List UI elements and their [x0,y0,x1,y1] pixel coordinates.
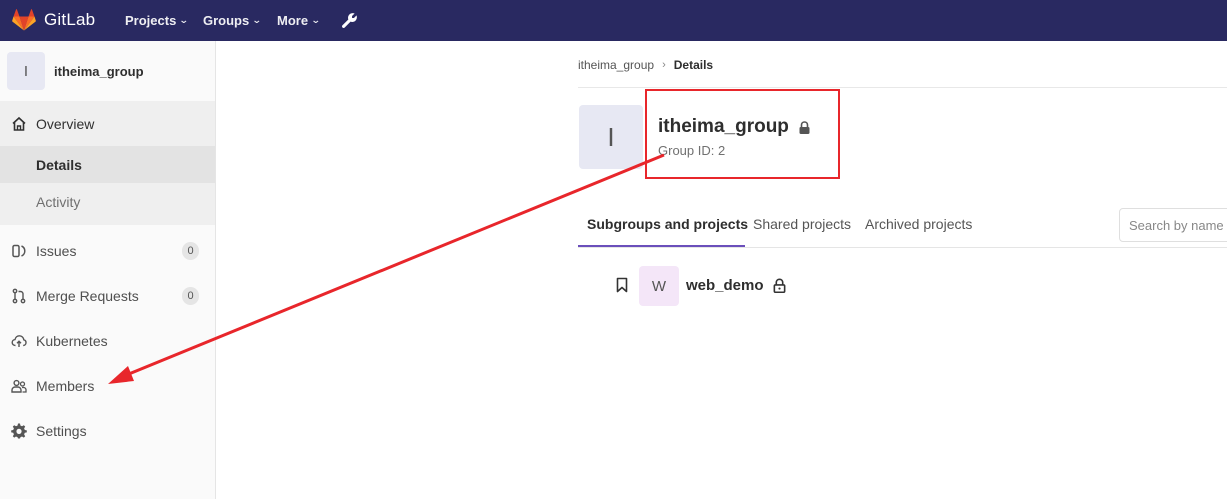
list-item[interactable]: W web_demo [578,266,1227,306]
sidebar-group-name: itheima_group [54,64,144,79]
sidebar-item-label: Merge Requests [36,288,139,304]
nav-projects-label: Projects [125,13,177,28]
sidebar-context-header[interactable]: I itheima_group [0,41,215,101]
project-avatar: W [639,266,679,306]
breadcrumb-divider [578,87,1227,88]
home-icon [12,116,26,131]
sidebar-item-label: Overview [36,116,95,132]
sidebar-item-label: Members [36,378,95,394]
breadcrumb: itheima_group › Details [578,58,713,72]
sidebar-item-label: Activity [36,194,81,210]
nav-groups-label: Groups [203,13,250,28]
sidebar-item-label: Details [36,157,82,173]
gear-icon [11,423,27,439]
gitlab-logo[interactable]: GitLab [12,9,95,31]
sidebar-item-label: Kubernetes [36,333,108,349]
sidebar-item-overview[interactable]: Overview [0,105,215,143]
nav-groups-dropdown[interactable]: Groups ⌄ [203,13,262,28]
bookmark-icon [616,277,628,293]
issues-count-badge: 0 [182,242,199,260]
users-icon [11,379,27,393]
sidebar-item-merge-requests[interactable]: Merge Requests 0 [0,277,215,315]
breadcrumb-group-link[interactable]: itheima_group [578,58,654,72]
search-input[interactable] [1120,209,1227,241]
annotation-highlight-box [645,89,840,179]
search-field[interactable] [1119,208,1227,242]
sidebar-item-activity[interactable]: Activity [0,183,215,220]
nav-projects-dropdown[interactable]: Projects ⌄ [125,13,189,28]
project-name: web_demo [686,277,764,294]
active-tab-indicator [578,245,745,247]
sidebar-item-details[interactable]: Details [0,146,215,183]
group-header-avatar: I [579,105,643,169]
admin-area-button[interactable] [341,12,358,34]
chevron-down-icon: ⌄ [252,15,262,25]
lock-icon [773,278,785,293]
sidebar-item-label: Issues [36,243,77,259]
merge-requests-count-badge: 0 [182,287,199,305]
sidebar: I itheima_group Overview Details Activit… [0,41,216,499]
cloud-upload-icon [11,335,27,347]
tab-subgroups-and-projects[interactable]: Subgroups and projects [587,216,748,232]
nav-more-label: More [277,13,309,28]
sidebar-item-settings[interactable]: Settings [0,412,215,450]
issues-icon [12,244,26,258]
nav-more-dropdown[interactable]: More ⌄ [277,13,321,28]
group-avatar: I [7,52,45,90]
tab-archived-projects[interactable]: Archived projects [865,216,972,232]
sidebar-item-kubernetes[interactable]: Kubernetes [0,322,215,360]
sidebar-item-issues[interactable]: Issues 0 [0,232,215,270]
tab-shared-projects[interactable]: Shared projects [753,216,851,232]
wrench-icon [342,13,357,28]
sidebar-item-label: Settings [36,423,87,439]
chevron-down-icon: ⌄ [179,15,189,25]
chevron-down-icon: ⌄ [310,15,321,25]
breadcrumb-separator: › [662,59,666,71]
project-title[interactable]: web_demo [686,277,786,294]
gitlab-logo-text: GitLab [44,10,96,29]
sidebar-item-members[interactable]: Members [0,367,215,405]
top-navbar: GitLab Projects ⌄ Groups ⌄ More ⌄ [0,0,1227,41]
gitlab-tanuki-icon [12,9,36,31]
breadcrumb-current[interactable]: Details [674,58,713,72]
merge-request-icon [12,288,26,304]
